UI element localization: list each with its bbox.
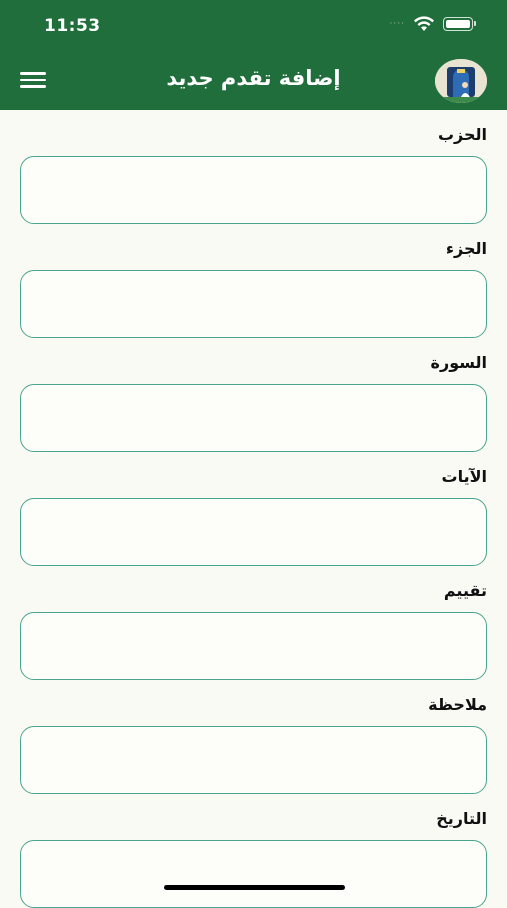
field-label: الجزء <box>445 239 487 258</box>
field-label: السورة <box>430 353 487 372</box>
ayat-input[interactable] <box>21 499 486 565</box>
status-icons: ···· <box>389 16 476 32</box>
juz-input-box[interactable] <box>20 270 487 338</box>
field-label: الآيات <box>441 467 488 486</box>
battery-icon <box>443 17 476 31</box>
home-indicator <box>164 885 345 890</box>
field-label: تقييم <box>443 581 487 600</box>
field-note: ملاحظة <box>20 692 487 794</box>
cellular-signal-icon: ···· <box>389 19 405 29</box>
note-input-box[interactable] <box>20 726 487 794</box>
date-input[interactable] <box>21 841 486 907</box>
field-hizb: الحزب <box>20 122 487 224</box>
field-label: ملاحظة <box>428 695 487 714</box>
app-bar: 11:53 ···· إضافة تقدم جديد <box>0 0 507 110</box>
field-juz: الجزء <box>20 236 487 338</box>
field-ayat: الآيات <box>20 464 488 566</box>
field-label: الحزب <box>437 125 487 144</box>
hizb-input-box[interactable] <box>20 156 487 224</box>
ayat-input-box[interactable] <box>20 498 487 566</box>
field-date: التاريخ <box>20 806 487 908</box>
form-container: الحزب الجزء السورة الآيات تقييم ملاحظة ا… <box>0 110 507 908</box>
field-surah: السورة <box>20 350 487 452</box>
app-logo-icon <box>435 59 487 103</box>
status-time: 11:53 <box>44 16 101 36</box>
rating-input-box[interactable] <box>20 612 487 680</box>
date-input-box[interactable] <box>20 840 487 908</box>
field-label: التاريخ <box>436 809 487 828</box>
rating-input[interactable] <box>21 613 486 679</box>
juz-input[interactable] <box>21 271 486 337</box>
note-input[interactable] <box>21 727 486 793</box>
field-rating: تقييم <box>20 578 487 680</box>
page-title: إضافة تقدم جديد <box>166 66 341 90</box>
surah-input-box[interactable] <box>20 384 487 452</box>
surah-input[interactable] <box>21 385 486 451</box>
hizb-input[interactable] <box>21 157 486 223</box>
wifi-icon <box>414 16 434 31</box>
avatar[interactable] <box>435 59 487 103</box>
